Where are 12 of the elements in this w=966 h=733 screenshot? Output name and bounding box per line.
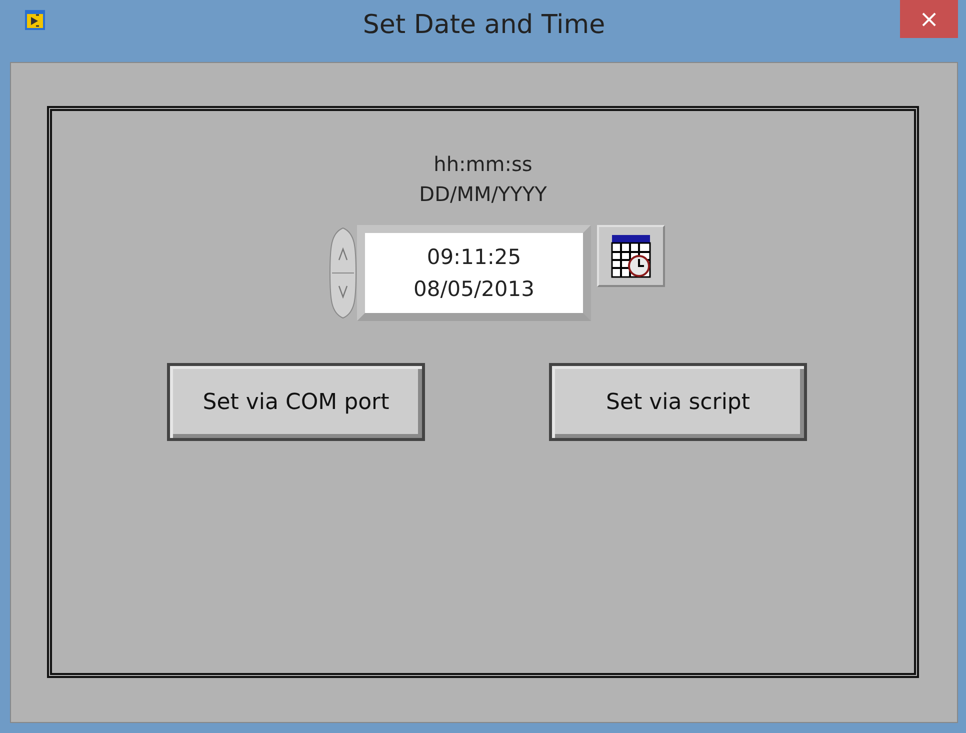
calendar-clock-icon [611, 234, 651, 278]
datetime-field[interactable]: 09:11:25 08/05/2013 [357, 225, 591, 321]
set-button[interactable]: Set via COM port [167, 363, 425, 441]
date-format-label: DD/MM/YYYY [419, 181, 547, 208]
time-format-label: hh:mm:ss [434, 151, 532, 178]
close-button[interactable]: × [900, 0, 958, 38]
date-value: 08/05/2013 [413, 276, 535, 303]
window-title: Set Date and Time [362, 10, 606, 40]
time-value: 09:11:25 [426, 244, 522, 271]
calendar-button[interactable] [597, 225, 665, 287]
app-icon [24, 9, 46, 31]
set-button[interactable]: Set via script [549, 363, 807, 441]
